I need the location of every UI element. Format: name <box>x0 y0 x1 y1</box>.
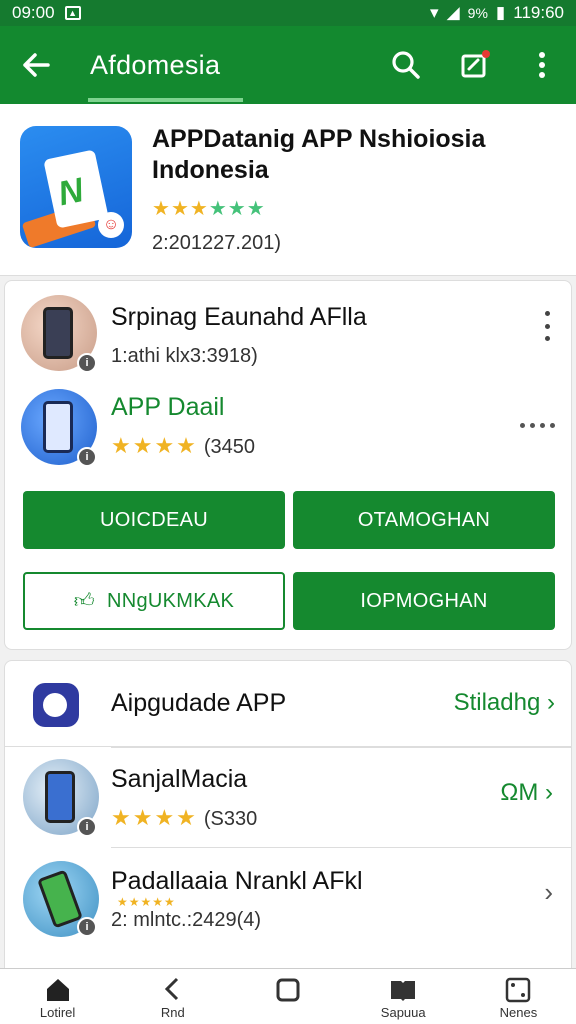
rating-count: (3450 <box>203 436 256 458</box>
nav-news-label: Nenes <box>499 1005 538 1020</box>
nav-back[interactable]: Rnd <box>115 969 230 1024</box>
battery-icon: ▮ <box>495 3 506 22</box>
list-item[interactable]: i Padallaaia Nrankl AFkl ★★★★★ 2: mlntc.… <box>5 857 571 947</box>
item-title: Srpinag Eaunahd AFlla <box>111 303 367 331</box>
info-badge-icon: i <box>77 447 97 467</box>
home-icon <box>46 979 69 1001</box>
item-subtitle: 1:athi klx3:3918) <box>111 345 258 367</box>
primary-button-left[interactable]: UOICDEAU <box>23 491 285 549</box>
nav-home[interactable]: Lotirel <box>0 969 115 1024</box>
chevron-right-icon: › <box>547 689 555 716</box>
search-icon <box>392 51 420 79</box>
smile-icon: ☺ <box>98 212 124 238</box>
rating-stars: ★★★★★★ <box>152 196 266 221</box>
rating-count: (S330 <box>203 808 258 830</box>
arrow-left-icon <box>23 53 50 77</box>
section-link-label: Stiladhg <box>453 689 541 716</box>
app-bar: Afdomesia <box>0 26 576 104</box>
search-button[interactable] <box>372 26 440 104</box>
nav-back-label: Rnd <box>160 1005 185 1020</box>
chevron-right-icon: › <box>538 779 553 806</box>
item-side-label: ΩM <box>500 779 539 806</box>
info-badge-icon: i <box>77 353 97 373</box>
phone-icon <box>37 869 83 929</box>
chevron-right-icon[interactable]: › <box>544 877 553 908</box>
info-badge-icon: i <box>77 817 97 837</box>
nav-news[interactable]: Nenes <box>461 969 576 1024</box>
upgrade-panel: Aipgudade APP Stiladhg › i SanjalMacia ★… <box>4 660 572 970</box>
edit-button[interactable] <box>440 26 508 104</box>
phone-icon <box>43 307 73 359</box>
star-icon: ★ <box>152 198 171 220</box>
status-bar: 09:00 ▲ ▾ ◢ 9% ▮ 119:60 <box>0 0 576 26</box>
bottom-navigation: Lotirel Rnd Sapuua Nenes <box>0 968 576 1024</box>
item-side-action[interactable]: ΩM › <box>500 779 553 807</box>
divider <box>111 847 571 848</box>
app-title: APPDatanig APP Nshioiosia Indonesia <box>152 125 486 184</box>
nav-home-label: Lotirel <box>39 1005 76 1020</box>
rating-stars: ★★★★ (S330 <box>111 805 258 830</box>
more-horizontal-icon[interactable] <box>520 423 555 428</box>
outline-button-label: NNgUKMKAK <box>107 589 235 612</box>
info-badge-icon: i <box>77 917 97 937</box>
app-header-card: N ☺ APPDatanig APP Nshioiosia Indonesia … <box>0 104 576 276</box>
phone-icon <box>43 401 73 453</box>
app-bar-actions <box>372 26 576 104</box>
item-menu-icon[interactable] <box>537 311 557 341</box>
section-title: Aipgudade APP <box>111 689 287 717</box>
nav-overview[interactable] <box>230 969 345 1024</box>
section-link[interactable]: Stiladhg › <box>454 689 555 717</box>
book-icon <box>391 981 416 1001</box>
back-button[interactable] <box>0 26 72 104</box>
list-item[interactable]: i SanjalMacia ★★★★ (S330 ΩM › <box>5 755 571 845</box>
battery-text: 9% <box>467 5 488 21</box>
notification-dot <box>482 50 490 58</box>
rating-stars: ★★★★ (3450 <box>111 433 256 458</box>
star-icon: ★ <box>170 198 190 220</box>
star-icon: ★ <box>208 198 228 220</box>
status-left: 09:00 ▲ <box>12 3 81 23</box>
section-logo-icon <box>33 683 79 727</box>
status-left-time: 09:00 <box>12 3 55 22</box>
outline-button[interactable]: 👍︎ NNgUKMKAK <box>23 572 285 630</box>
gallery-notification-icon: ▲ <box>64 6 81 20</box>
star-icon: ★ <box>189 198 209 220</box>
primary-button-right-2[interactable]: IOPMOGHAN <box>293 572 555 630</box>
star-icon: ★ <box>227 198 247 220</box>
nav-library-label: Sapuua <box>380 1005 426 1020</box>
dice-icon <box>506 977 531 1003</box>
nav-library[interactable]: Sapuua <box>346 969 461 1024</box>
app-logo-icon[interactable]: N ☺ <box>20 126 132 248</box>
status-right: ▾ ◢ 9% ▮ 119:60 <box>430 3 564 23</box>
divider <box>111 747 571 748</box>
thumbs-up-icon: 👍︎ <box>73 590 95 612</box>
item-title: SanjalMacia <box>111 765 248 793</box>
primary-button-right[interactable]: OTAMOGHAN <box>293 491 555 549</box>
star-icon: ★ <box>246 198 266 220</box>
app-meta: 2:201227.201) <box>152 232 282 254</box>
logo-glyph: N <box>54 171 87 214</box>
clock: 119:60 <box>513 3 564 22</box>
featured-panel: i Srpinag Eaunahd AFlla 1:athi klx3:3918… <box>4 280 572 650</box>
app-bar-title: Afdomesia <box>90 49 221 80</box>
signal-icon: ◢ <box>446 3 460 22</box>
item-subtitle: 2: mlntc.:2429(4) <box>111 909 262 931</box>
phone-icon <box>45 771 75 823</box>
list-item[interactable]: i APP Daail ★★★★ (3450 <box>5 385 573 475</box>
section-header: Aipgudade APP Stiladhg › <box>5 661 571 747</box>
more-vertical-icon <box>539 52 545 78</box>
tab-indicator <box>88 98 243 102</box>
rating-stars: ★★★★★ <box>117 895 176 909</box>
overflow-menu-button[interactable] <box>508 26 576 104</box>
square-icon <box>276 978 300 1002</box>
wifi-icon: ▾ <box>430 3 439 22</box>
back-chevron-icon <box>164 977 178 1001</box>
item-title: APP Daail <box>111 393 225 421</box>
item-title: Padallaaia Nrankl AFkl <box>111 867 363 895</box>
list-item[interactable]: i Srpinag Eaunahd AFlla 1:athi klx3:3918… <box>5 291 573 381</box>
